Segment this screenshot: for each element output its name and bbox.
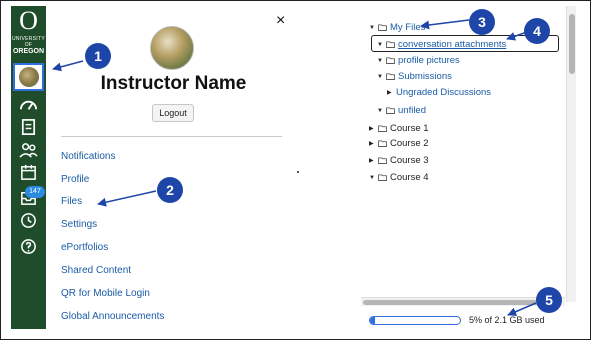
history-icon[interactable]	[19, 211, 38, 230]
tree-label: Submissions	[398, 71, 452, 82]
calendar-icon[interactable]	[19, 163, 38, 182]
tree-node-course-1[interactable]: ▶ Course 1	[369, 123, 429, 134]
user-name: Instructor Name	[100, 73, 247, 94]
callout-2: 2	[157, 177, 183, 203]
callout-4: 4	[524, 18, 550, 44]
folder-open-icon	[378, 24, 387, 31]
expanded-triangle-icon: ▼	[369, 24, 375, 31]
divider	[61, 136, 282, 137]
quota-fill	[370, 317, 375, 324]
tree-node-profile-pictures[interactable]: ▼ profile pictures	[377, 55, 460, 66]
screenshot-frame: O UNIVERSITY OF OREGON 147 × Instructor …	[0, 0, 591, 340]
tree-label: Ungraded Discussions	[396, 87, 492, 98]
dashboard-icon[interactable]	[19, 96, 38, 115]
storage-quota-bar	[369, 316, 461, 325]
tree-label: My Files	[390, 22, 426, 33]
collapsed-triangle-icon: ▶	[369, 158, 374, 164]
tree-label: Course 3	[390, 155, 429, 166]
tree-node-course-4[interactable]: ▼ Course 4	[369, 172, 429, 183]
settings-link[interactable]: Settings	[61, 219, 97, 230]
logo-line-2: OREGON	[12, 48, 45, 55]
tree-node-unfiled[interactable]: ▼ unfiled	[377, 105, 426, 116]
logout-button[interactable]: Logout	[152, 104, 194, 122]
account-avatar-icon[interactable]	[13, 63, 44, 91]
tree-label: Course 4	[390, 172, 429, 183]
groups-icon[interactable]	[19, 141, 38, 160]
close-tray-button[interactable]: ×	[276, 12, 285, 30]
logo-line-1: UNIVERSITY OF	[11, 36, 45, 48]
scroll-thumb[interactable]	[363, 300, 543, 305]
expanded-triangle-icon: ▼	[377, 57, 383, 64]
folder-icon	[378, 157, 387, 164]
tree-node-my-files[interactable]: ▼ My Files	[369, 22, 425, 33]
folder-icon	[386, 73, 395, 80]
tree-node-ungraded-discussions[interactable]: ▶ Ungraded Discussions	[387, 87, 491, 98]
files-link[interactable]: Files	[61, 196, 82, 207]
tree-node-submissions[interactable]: ▼ Submissions	[377, 71, 452, 82]
tree-node-course-2[interactable]: ▶ Course 2	[369, 138, 429, 149]
eportfolios-link[interactable]: ePortfolios	[61, 242, 108, 253]
collapsed-triangle-icon: ▶	[369, 126, 374, 132]
inbox-unread-badge: 147	[25, 186, 45, 198]
stray-dot	[297, 171, 299, 173]
courses-icon[interactable]	[19, 118, 38, 137]
qr-mobile-login-link[interactable]: QR for Mobile Login	[61, 288, 150, 299]
folder-icon	[386, 107, 395, 114]
folder-icon	[378, 174, 387, 181]
collapsed-triangle-icon: ▶	[369, 141, 374, 147]
university-logo[interactable]: O UNIVERSITY OF OREGON	[11, 6, 46, 60]
help-icon[interactable]	[19, 237, 38, 256]
horizontal-scrollbar[interactable]	[361, 297, 565, 306]
folder-icon	[378, 125, 387, 132]
folder-icon	[386, 57, 395, 64]
tree-label: profile pictures	[398, 55, 460, 66]
scroll-thumb[interactable]	[569, 14, 575, 74]
tree-label: Course 1	[390, 123, 429, 134]
tree-label: Course 2	[390, 138, 429, 149]
global-announcements-link[interactable]: Global Announcements	[61, 311, 164, 322]
collapsed-triangle-icon: ▶	[387, 90, 392, 96]
avatar	[18, 67, 39, 87]
expanded-triangle-icon: ▼	[377, 107, 383, 114]
expanded-triangle-icon: ▼	[377, 73, 383, 80]
logo-letter: O	[19, 6, 38, 35]
folder-icon	[378, 140, 387, 147]
shared-content-link[interactable]: Shared Content	[61, 265, 131, 276]
profile-link[interactable]: Profile	[61, 174, 89, 185]
global-nav: O UNIVERSITY OF OREGON 147	[11, 6, 46, 329]
callout-5: 5	[536, 287, 562, 313]
tree-label: unfiled	[398, 105, 426, 116]
tree-node-course-3[interactable]: ▶ Course 3	[369, 155, 429, 166]
vertical-scrollbar[interactable]	[566, 6, 576, 302]
expanded-triangle-icon: ▼	[369, 174, 375, 181]
notifications-link[interactable]: Notifications	[61, 151, 115, 162]
callout-1: 1	[85, 43, 111, 69]
profile-avatar	[150, 26, 194, 70]
callout-3: 3	[469, 9, 495, 35]
storage-quota-text: 5% of 2.1 GB used	[469, 315, 545, 325]
